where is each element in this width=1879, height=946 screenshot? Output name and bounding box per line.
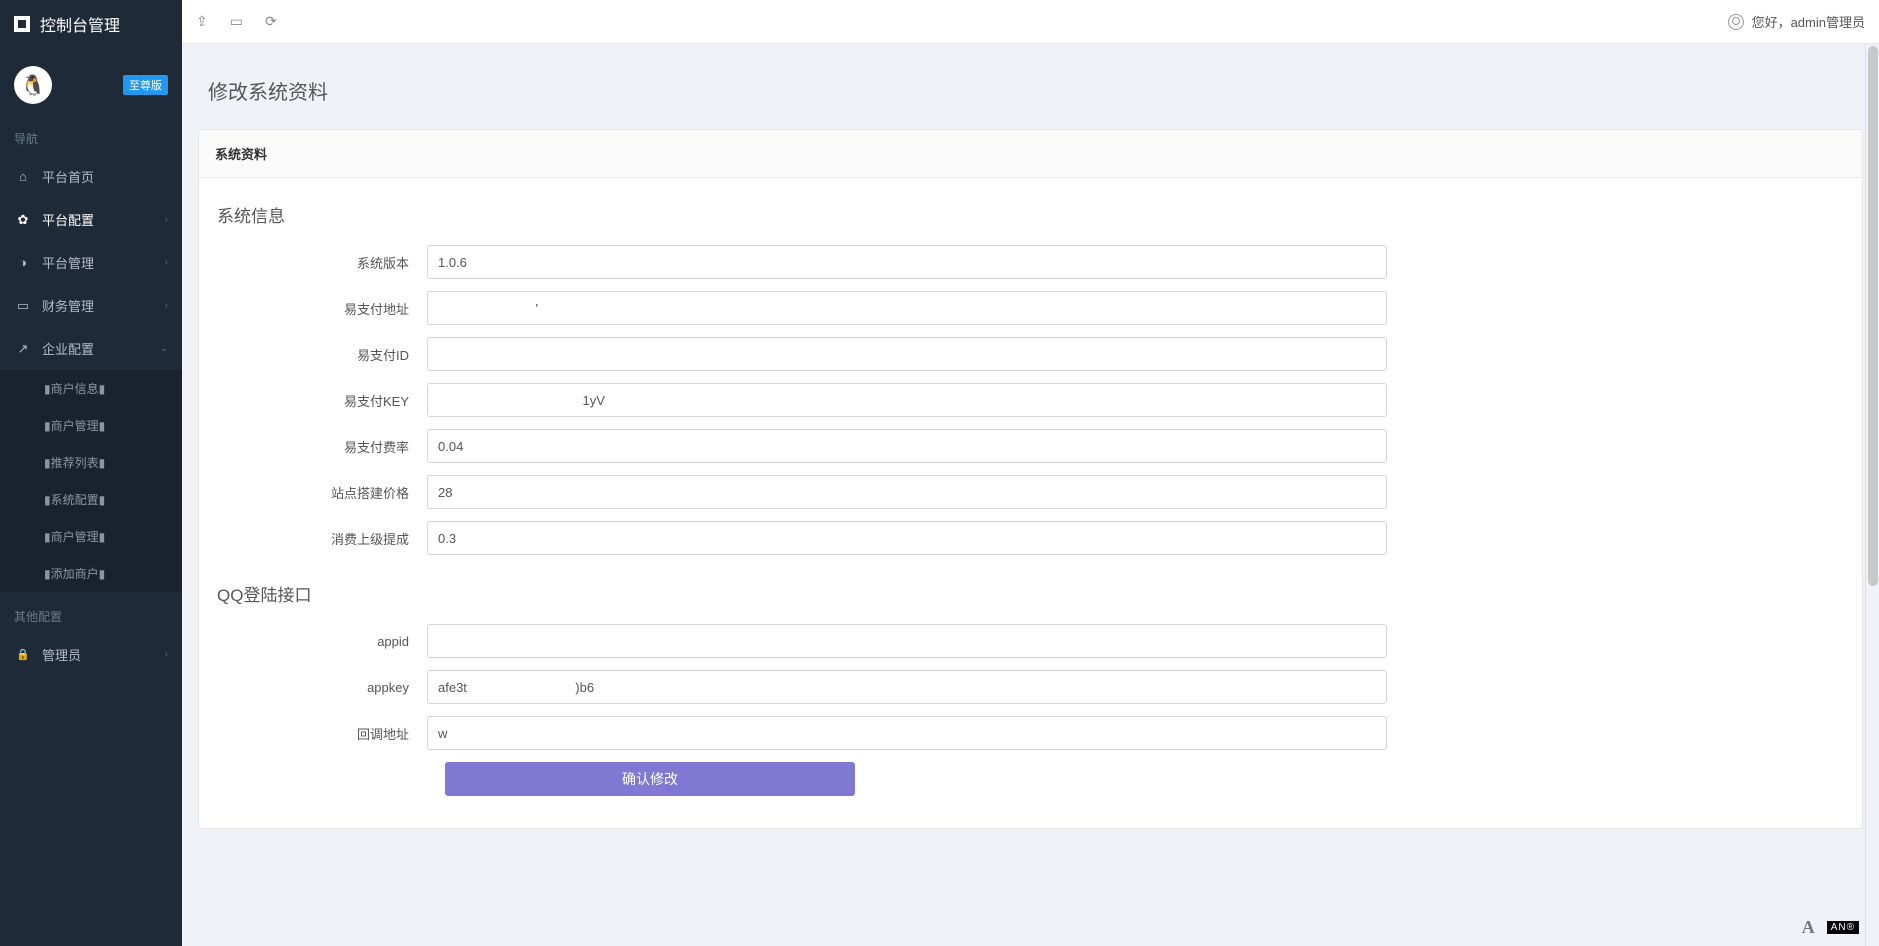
nav-enterprise-sub: ▮商户信息▮ ▮商户管理▮ ▮推荐列表▮ ▮系统配置▮ ▮商户管理▮ ▮添加商户…	[0, 370, 182, 592]
chevron-right-icon: ›	[165, 214, 168, 225]
lock-icon	[14, 648, 32, 661]
label-epay-url: 易支付地址	[217, 299, 427, 318]
external-icon	[14, 341, 32, 357]
nav-label: 平台首页	[42, 167, 94, 186]
row-callback: 回调地址	[217, 716, 1844, 750]
label-appkey: appkey	[217, 680, 427, 695]
nav-admin[interactable]: 管理员 ›	[0, 633, 182, 676]
chevron-down-icon: ⌄	[160, 343, 168, 354]
app-logo-icon	[14, 16, 30, 32]
row-version: 系统版本	[217, 245, 1844, 279]
label-site-price: 站点搭建价格	[217, 483, 427, 502]
user-icon	[1728, 14, 1744, 30]
section-qq-login: QQ登陆接口	[217, 581, 1844, 606]
row-epay-id: 易支付ID	[217, 337, 1844, 371]
db-icon	[14, 255, 32, 270]
sidebar: 控制台管理 🐧 至尊版 导航 平台首页 平台配置 › 平台管理 › 财务管理 ›	[0, 0, 182, 946]
nav-label: 平台管理	[42, 253, 94, 272]
row-epay-rate: 易支付费率	[217, 429, 1844, 463]
chevron-right-icon: ›	[165, 300, 168, 311]
submit-button[interactable]: 确认修改	[445, 762, 855, 796]
avatar[interactable]: 🐧	[14, 66, 52, 104]
nav-finance[interactable]: 财务管理 ›	[0, 284, 182, 327]
input-version[interactable]	[427, 245, 1387, 279]
card-icon	[14, 298, 32, 314]
row-site-price: 站点搭建价格	[217, 475, 1844, 509]
scrollbar-thumb[interactable]	[1868, 46, 1878, 586]
chevron-right-icon: ›	[165, 649, 168, 660]
topbar-user[interactable]: 您好，admin管理员	[1728, 12, 1865, 31]
footer-logo-icon: A	[1802, 917, 1815, 938]
nav-enterprise[interactable]: 企业配置 ⌄	[0, 327, 182, 370]
footer-brand: A AN®	[1802, 917, 1859, 938]
nav-section-label-2: 其他配置	[0, 592, 182, 633]
sub-merchant-manage2[interactable]: ▮商户管理▮	[0, 518, 182, 555]
label-epay-id: 易支付ID	[217, 345, 427, 364]
nav-platform-config[interactable]: 平台配置 ›	[0, 198, 182, 241]
row-epay-url: 易支付地址	[217, 291, 1844, 325]
panel-head: 系统资料	[199, 130, 1862, 178]
input-site-price[interactable]	[427, 475, 1387, 509]
nav-label: 企业配置	[42, 339, 94, 358]
chevron-right-icon: ›	[165, 257, 168, 268]
sub-merchant-manage[interactable]: ▮商户管理▮	[0, 407, 182, 444]
label-commission: 消费上级提成	[217, 529, 427, 548]
sub-system-config[interactable]: ▮系统配置▮	[0, 481, 182, 518]
main: ⇪ ▭ ⟳ 您好，admin管理员 修改系统资料 系统资料 系统信息 系统版本	[182, 0, 1879, 946]
nav-label: 财务管理	[42, 296, 94, 315]
input-epay-rate[interactable]	[427, 429, 1387, 463]
nav-section-label: 导航	[0, 114, 182, 155]
input-callback[interactable]	[427, 716, 1387, 750]
app-title: 控制台管理	[40, 12, 120, 36]
submit-row: 确认修改	[445, 762, 1844, 796]
edition-badge: 至尊版	[123, 75, 168, 95]
page-title: 修改系统资料	[198, 58, 1863, 129]
label-version: 系统版本	[217, 253, 427, 272]
sub-merchant-info[interactable]: ▮商户信息▮	[0, 370, 182, 407]
gear-icon	[14, 212, 32, 228]
row-appkey: appkey	[217, 670, 1844, 704]
nav-home[interactable]: 平台首页	[0, 155, 182, 198]
row-epay-key: 易支付KEY	[217, 383, 1844, 417]
content: 修改系统资料 系统资料 系统信息 系统版本 易支付地址 易支付ID	[182, 44, 1879, 946]
row-appid: appid	[217, 624, 1844, 658]
panel-body: 系统信息 系统版本 易支付地址 易支付ID 易支付KEY	[199, 178, 1862, 828]
nav-platform-manage[interactable]: 平台管理 ›	[0, 241, 182, 284]
label-appid: appid	[217, 634, 427, 649]
panel: 系统资料 系统信息 系统版本 易支付地址 易支付ID	[198, 129, 1863, 829]
footer-tag: AN®	[1827, 921, 1859, 934]
nav-label: 管理员	[42, 645, 81, 664]
row-commission: 消费上级提成	[217, 521, 1844, 555]
nav-label: 平台配置	[42, 210, 94, 229]
input-epay-key[interactable]	[427, 383, 1387, 417]
card-icon[interactable]: ▭	[230, 13, 243, 30]
sidebar-header: 控制台管理	[0, 0, 182, 48]
refresh-icon[interactable]: ⟳	[265, 13, 277, 30]
input-epay-id[interactable]	[427, 337, 1387, 371]
greeting: 您好，admin管理员	[1752, 12, 1865, 31]
sub-add-merchant[interactable]: ▮添加商户▮	[0, 555, 182, 592]
topbar: ⇪ ▭ ⟳ 您好，admin管理员	[182, 0, 1879, 44]
input-epay-url[interactable]	[427, 291, 1387, 325]
section-system-info: 系统信息	[217, 202, 1844, 227]
topbar-left: ⇪ ▭ ⟳	[196, 13, 277, 30]
home-icon	[14, 169, 32, 184]
avatar-row: 🐧 至尊版	[0, 48, 182, 114]
scrollbar-vertical[interactable]	[1865, 44, 1879, 946]
label-epay-rate: 易支付费率	[217, 437, 427, 456]
sub-recommend-list[interactable]: ▮推荐列表▮	[0, 444, 182, 481]
upload-icon[interactable]: ⇪	[196, 13, 208, 30]
label-callback: 回调地址	[217, 724, 427, 743]
input-appid[interactable]	[427, 624, 1387, 658]
input-appkey[interactable]	[427, 670, 1387, 704]
label-epay-key: 易支付KEY	[217, 391, 427, 410]
input-commission[interactable]	[427, 521, 1387, 555]
